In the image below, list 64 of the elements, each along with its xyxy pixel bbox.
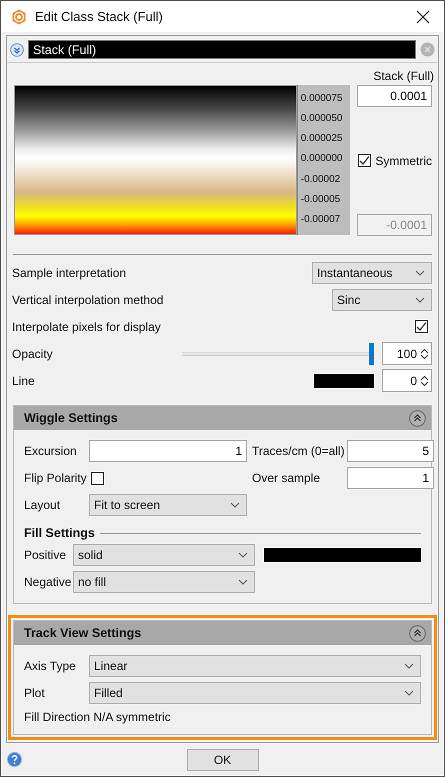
oversample-field[interactable]: 1 bbox=[347, 467, 434, 489]
chevron-down-icon bbox=[404, 663, 414, 669]
dropdown[interactable]: Fit to screen bbox=[89, 494, 247, 516]
field-label: Over sample bbox=[252, 471, 322, 485]
max-field[interactable]: 0.0001 bbox=[357, 85, 432, 107]
section-title: Wiggle Settings bbox=[24, 411, 118, 425]
chevron-down-icon bbox=[415, 296, 425, 302]
field-label: Excursion bbox=[24, 444, 78, 458]
excursion-field[interactable]: 1 bbox=[89, 440, 247, 462]
tick-label: 0.000050 bbox=[300, 113, 344, 124]
tick-label: 0.000025 bbox=[300, 133, 344, 144]
target-icon bbox=[11, 8, 27, 24]
ok-button[interactable]: OK bbox=[186, 748, 258, 770]
field-label: Traces/cm (0=all) bbox=[252, 444, 342, 458]
property-label: Vertical interpolation method bbox=[12, 292, 164, 306]
close-icon[interactable] bbox=[416, 10, 430, 24]
spinner-arrows-icon[interactable] bbox=[420, 348, 429, 360]
spin-field[interactable]: 100 bbox=[382, 342, 432, 365]
checkbox[interactable] bbox=[358, 154, 372, 167]
dropdown[interactable]: Filled bbox=[89, 682, 421, 704]
color-swatch[interactable] bbox=[264, 548, 421, 562]
tick-label: -0.00007 bbox=[300, 214, 342, 225]
tick-label: 0.000000 bbox=[300, 153, 344, 164]
property-label: Line bbox=[12, 374, 36, 388]
collapse-icon[interactable] bbox=[409, 410, 426, 426]
field-label: Positive bbox=[24, 548, 68, 562]
checkbox-label: Symmetric bbox=[375, 154, 432, 168]
tick-label: -0.00005 bbox=[300, 194, 342, 205]
field-label: Flip Polarity bbox=[24, 471, 87, 485]
info-text: Fill Direction N/A symmetric bbox=[24, 710, 172, 724]
traces-field[interactable]: 5 bbox=[347, 440, 434, 462]
property-label: Opacity bbox=[12, 346, 54, 360]
dropdown[interactable]: Sinc bbox=[332, 288, 432, 310]
colorbar-title: Stack (Full) bbox=[373, 69, 434, 83]
property-label: Interpolate pixels for display bbox=[12, 320, 162, 334]
help-icon[interactable] bbox=[7, 752, 22, 767]
chevron-down-icon bbox=[238, 552, 248, 558]
chevron-down-icon bbox=[404, 690, 414, 696]
dropdown[interactable]: Instantaneous bbox=[312, 262, 432, 284]
tick-label: -0.00002 bbox=[300, 174, 342, 185]
spin-field[interactable]: 0 bbox=[382, 369, 432, 392]
dropdown[interactable]: Linear bbox=[89, 655, 421, 677]
window-title: Edit Class Stack (Full) bbox=[35, 9, 164, 24]
chevron-down-icon bbox=[238, 579, 248, 585]
field-label: Plot bbox=[24, 686, 46, 700]
subsection-title: Fill Settings bbox=[24, 526, 95, 540]
dropdown[interactable]: solid bbox=[73, 544, 255, 566]
field-label: Negative bbox=[24, 575, 70, 589]
tick-label: 0.000075 bbox=[300, 93, 344, 104]
property-label: Sample interpretation bbox=[12, 266, 128, 280]
search-field[interactable]: Stack (Full) bbox=[28, 40, 416, 59]
slider-thumb[interactable] bbox=[369, 342, 374, 364]
collapse-icon[interactable] bbox=[409, 624, 426, 642]
dropdown[interactable]: no fill bbox=[73, 571, 255, 593]
field-label: Axis Type bbox=[24, 659, 77, 673]
color-swatch[interactable] bbox=[314, 374, 374, 388]
field-label: Layout bbox=[24, 498, 62, 512]
spinner-arrows-icon[interactable] bbox=[420, 374, 429, 386]
chevron-down-icon bbox=[415, 270, 425, 276]
chevron-down-icon bbox=[230, 502, 240, 508]
section-title: Track View Settings bbox=[24, 626, 142, 640]
checkbox[interactable] bbox=[90, 472, 104, 484]
checkbox[interactable] bbox=[415, 320, 428, 333]
expand-icon[interactable] bbox=[10, 42, 24, 56]
